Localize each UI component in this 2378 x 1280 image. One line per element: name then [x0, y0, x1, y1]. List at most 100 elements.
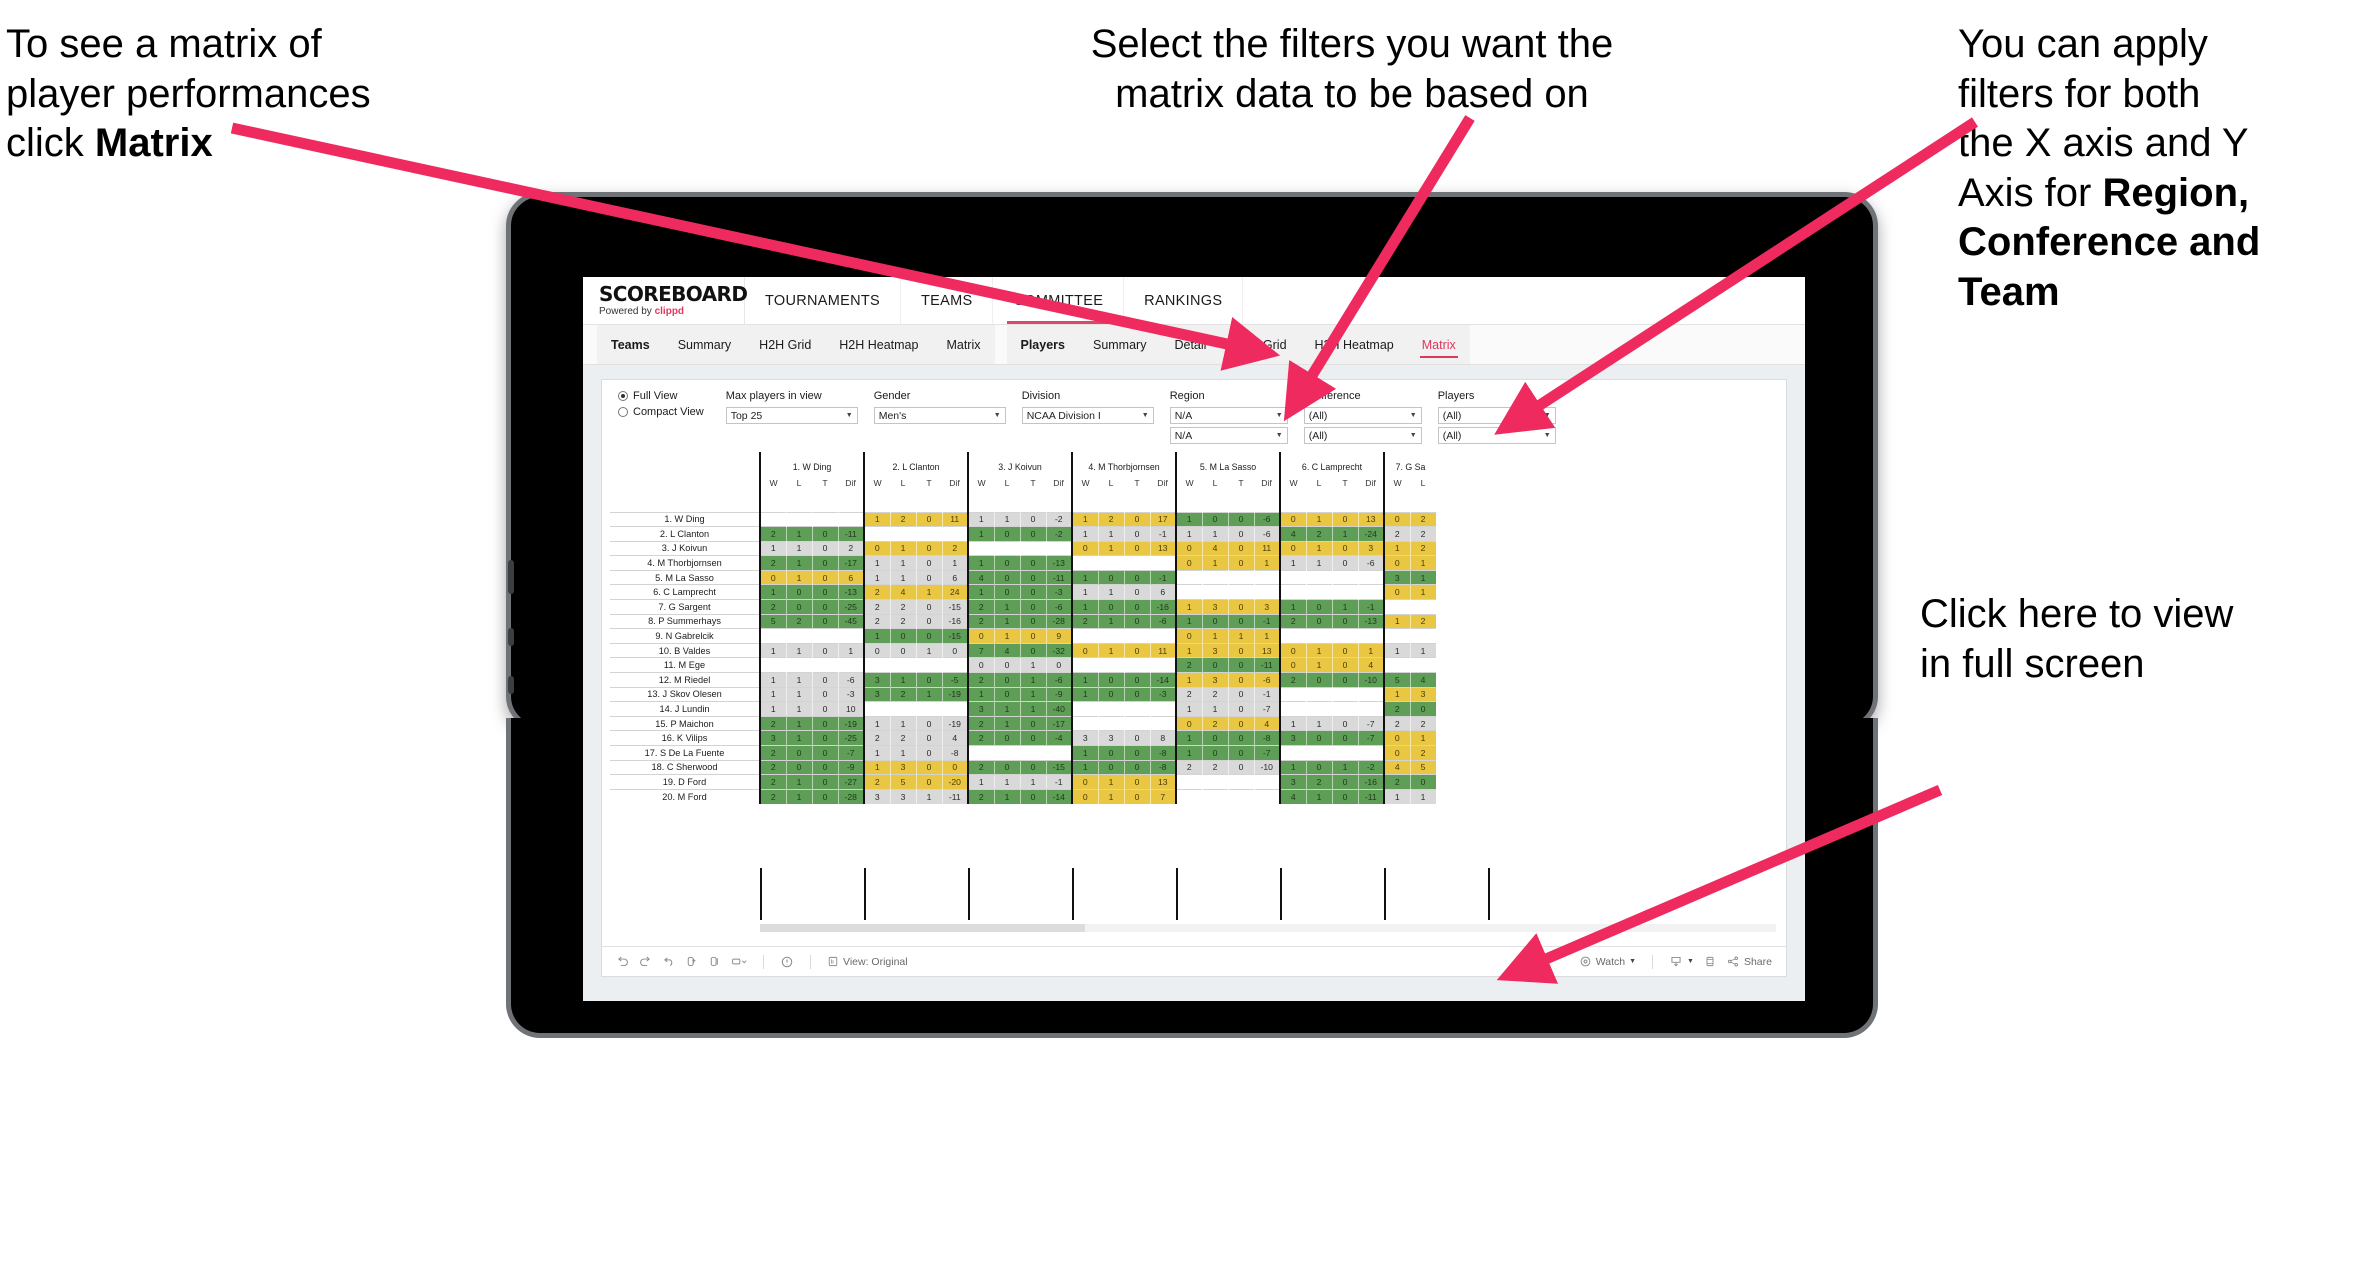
matrix-cell[interactable]: 2: [1410, 540, 1437, 556]
matrix-cell[interactable]: [1358, 745, 1385, 761]
matrix-cell[interactable]: 2: [838, 540, 865, 556]
matrix-subheader-t[interactable]: T: [1228, 472, 1254, 494]
matrix-cell[interactable]: 0: [1046, 657, 1073, 673]
matrix-cell[interactable]: 1: [967, 774, 995, 790]
matrix-cell[interactable]: 1: [994, 715, 1021, 731]
matrix-cell[interactable]: 0: [1124, 613, 1151, 629]
matrix-cell[interactable]: 0: [994, 584, 1021, 600]
matrix-cell[interactable]: 0: [1098, 686, 1125, 702]
topnav-item-committee[interactable]: COMMITTEE: [993, 277, 1125, 324]
matrix-cell[interactable]: 3: [1202, 642, 1229, 658]
matrix-cell[interactable]: 2: [1306, 774, 1333, 790]
matrix-cell[interactable]: 0: [1332, 642, 1359, 658]
matrix-cell[interactable]: 1: [759, 540, 787, 556]
matrix-cell[interactable]: 4: [1279, 526, 1307, 542]
matrix-cell[interactable]: 1: [916, 584, 943, 600]
matrix-cell[interactable]: [1150, 555, 1177, 571]
matrix-subheader-w[interactable]: W: [1071, 472, 1098, 494]
filter-gender-select[interactable]: Men's ▼: [873, 407, 1006, 424]
filter-conference-select-x[interactable]: (All) ▼: [1303, 407, 1422, 424]
matrix-cell[interactable]: -11: [1254, 657, 1281, 673]
matrix-cell[interactable]: 1: [1098, 526, 1125, 542]
matrix-cell[interactable]: 3: [890, 759, 917, 775]
matrix-cell[interactable]: 2: [786, 613, 813, 629]
matrix-cell[interactable]: 1: [1202, 701, 1229, 717]
matrix-cell[interactable]: 3: [967, 701, 995, 717]
matrix-cell[interactable]: 2: [967, 715, 995, 731]
matrix-cell[interactable]: 0: [1332, 730, 1359, 746]
matrix-cell[interactable]: -6: [1150, 613, 1177, 629]
matrix-cell[interactable]: [786, 628, 813, 644]
matrix-cell[interactable]: [1020, 745, 1047, 761]
share-button[interactable]: Share: [1726, 955, 1772, 968]
matrix-cell[interactable]: 0: [1228, 599, 1255, 615]
filter-region-select-x[interactable]: N/A ▼: [1169, 407, 1288, 424]
matrix-cell[interactable]: 1: [1279, 555, 1307, 571]
matrix-cell[interactable]: 0: [1228, 672, 1255, 688]
matrix-cell[interactable]: [967, 540, 995, 556]
matrix-cell[interactable]: 0: [890, 642, 917, 658]
matrix-row-label[interactable]: 7. G Sargent: [610, 599, 760, 615]
download-button[interactable]: ▼: [1669, 955, 1694, 968]
matrix-subheader-t[interactable]: T: [916, 472, 942, 494]
matrix-cell[interactable]: 0: [916, 730, 943, 746]
matrix-cell[interactable]: 1: [1020, 657, 1047, 673]
matrix-cell[interactable]: [1150, 701, 1177, 717]
matrix-cell[interactable]: [1410, 628, 1437, 644]
matrix-subheader-l[interactable]: L: [890, 472, 916, 494]
matrix-cell[interactable]: 1: [890, 745, 917, 761]
matrix-cell[interactable]: 1: [1071, 526, 1099, 542]
matrix-cell[interactable]: 0: [812, 701, 839, 717]
matrix-cell[interactable]: 0: [1175, 715, 1203, 731]
matrix-cell[interactable]: 0: [1228, 555, 1255, 571]
radio-full-view[interactable]: Full View: [618, 390, 704, 402]
matrix-cell[interactable]: 0: [1202, 511, 1229, 527]
matrix-cell[interactable]: 11: [1254, 540, 1281, 556]
matrix-cell[interactable]: 1: [1020, 774, 1047, 790]
matrix-cell[interactable]: -7: [1358, 730, 1385, 746]
matrix-cell[interactable]: 0: [812, 715, 839, 731]
matrix-cell[interactable]: 0: [1228, 642, 1255, 658]
subnav-item-players-h2h-grid[interactable]: H2H Grid: [1220, 325, 1300, 364]
matrix-cell[interactable]: 0: [1098, 745, 1125, 761]
revert-icon[interactable]: [662, 955, 675, 968]
matrix-subheader-t[interactable]: T: [812, 472, 838, 494]
matrix-cell[interactable]: 1: [786, 701, 813, 717]
matrix-cell[interactable]: 0: [1202, 657, 1229, 673]
matrix-cell[interactable]: -8: [1150, 759, 1177, 775]
matrix-subheader-t[interactable]: T: [1124, 472, 1150, 494]
matrix-cell[interactable]: 0: [1098, 569, 1125, 585]
matrix-cell[interactable]: [1306, 628, 1333, 644]
redo-icon[interactable]: [639, 955, 652, 968]
matrix-cell[interactable]: 2: [1175, 657, 1203, 673]
matrix-cell[interactable]: 3: [1098, 730, 1125, 746]
matrix-cell[interactable]: [967, 745, 995, 761]
matrix-subheader-l[interactable]: L: [994, 472, 1020, 494]
matrix-cell[interactable]: 0: [812, 569, 839, 585]
matrix-cell[interactable]: 0: [967, 657, 995, 673]
matrix-row-label[interactable]: 8. P Summerhays: [610, 613, 760, 629]
matrix-row-label[interactable]: 19. D Ford: [610, 774, 760, 790]
matrix-cell[interactable]: 0: [812, 745, 839, 761]
matrix-cell[interactable]: -3: [1046, 584, 1073, 600]
matrix-cell[interactable]: 0: [1279, 540, 1307, 556]
matrix-cell[interactable]: 0: [1124, 759, 1151, 775]
matrix-cell[interactable]: 0: [1332, 555, 1359, 571]
matrix-cell[interactable]: [1410, 599, 1437, 615]
alert-icon[interactable]: [780, 955, 794, 969]
matrix-cell[interactable]: 0: [916, 628, 943, 644]
matrix-cell[interactable]: 0: [916, 715, 943, 731]
matrix-cell[interactable]: -15: [942, 599, 969, 615]
matrix-cell[interactable]: 0: [1228, 657, 1255, 673]
subnav-item-players-summary[interactable]: Summary: [1079, 325, 1160, 364]
matrix-cell[interactable]: -25: [838, 599, 865, 615]
matrix-cell[interactable]: [1306, 686, 1333, 702]
matrix-cell[interactable]: 0: [1228, 701, 1255, 717]
matrix-cell[interactable]: 0: [1332, 540, 1359, 556]
matrix-cell[interactable]: -5: [942, 672, 969, 688]
matrix-cell[interactable]: [1124, 715, 1151, 731]
matrix-cell[interactable]: -9: [838, 759, 865, 775]
matrix-cell[interactable]: 2: [759, 788, 787, 804]
matrix-cell[interactable]: 1: [786, 642, 813, 658]
matrix-cell[interactable]: -7: [1254, 701, 1281, 717]
